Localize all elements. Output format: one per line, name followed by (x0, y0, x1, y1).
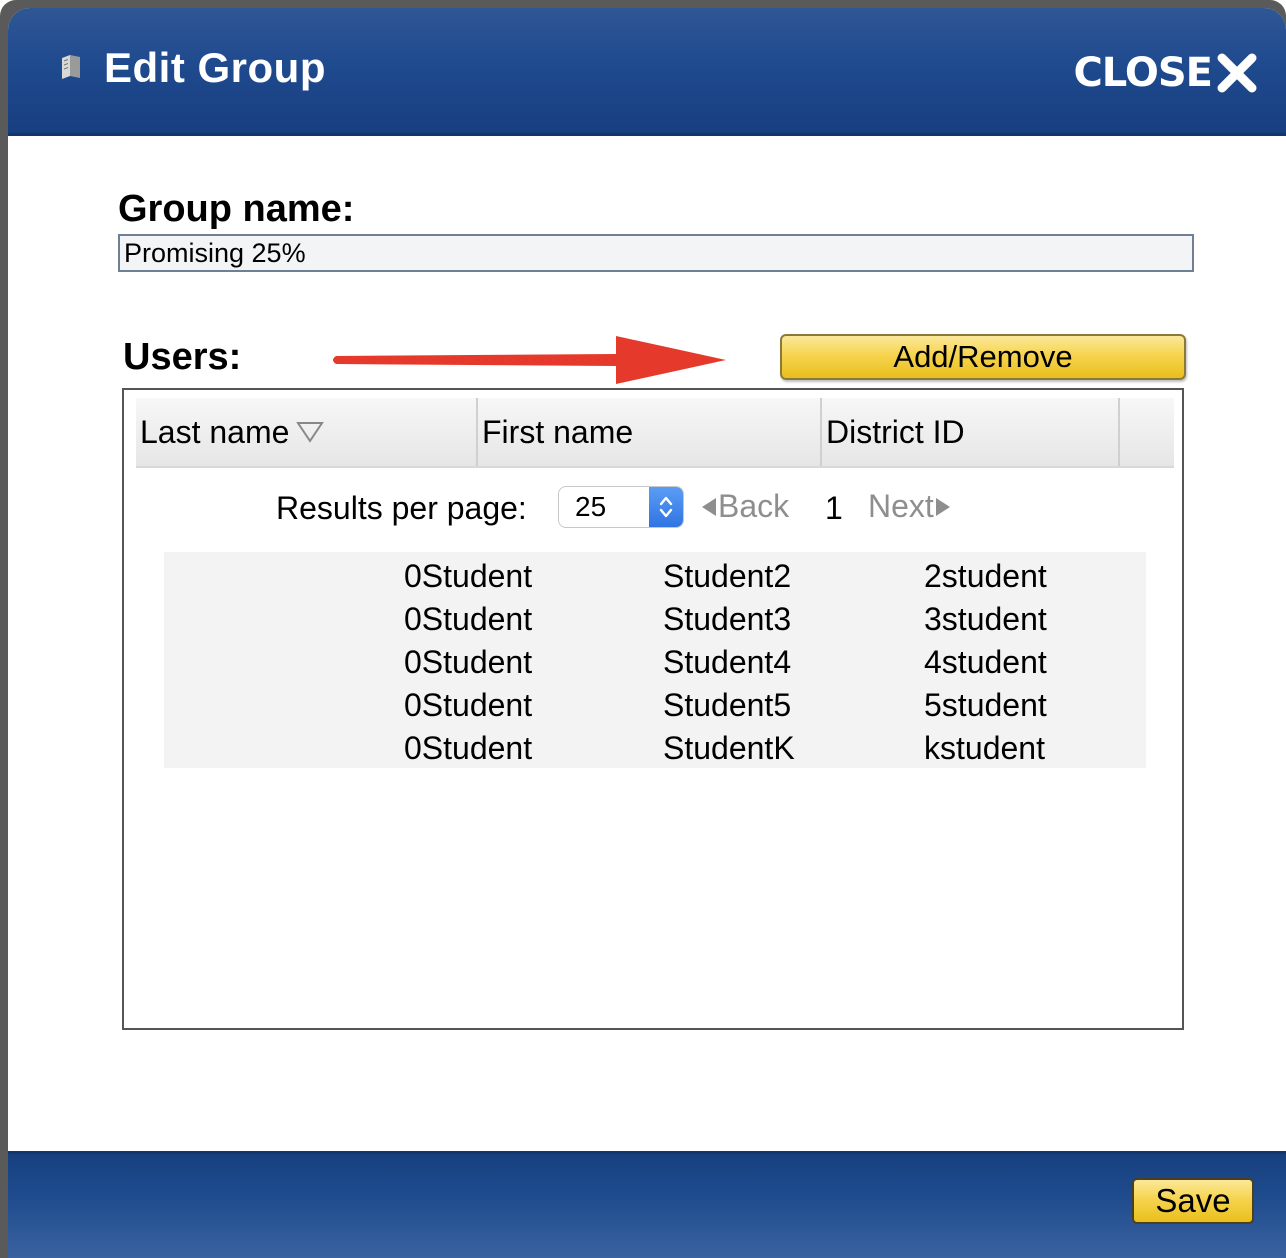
cell-last-name: 0Student (404, 558, 533, 594)
group-name-label: Group name: (118, 188, 355, 230)
close-label: CLOSE (1073, 50, 1213, 96)
next-triangle-icon (935, 497, 950, 516)
users-list: 0Student Student2 2student 0Student Stud… (164, 552, 1146, 768)
cell-first-name: Student3 (663, 601, 792, 637)
column-label-district-id: District ID (826, 413, 965, 450)
table-row[interactable]: 0Student Student2 2student (164, 558, 1146, 601)
results-per-page-value: 25 (575, 491, 607, 522)
column-header-first-name[interactable]: First name (478, 398, 822, 466)
updown-chevron-icon (649, 487, 683, 527)
cell-first-name: Student2 (663, 558, 792, 594)
cell-district-id: kstudent (924, 730, 1045, 766)
pager-next-link[interactable]: Next (868, 488, 952, 525)
dialog-header: Edit Group CLOSE (8, 8, 1286, 136)
users-grid-header: Last name First name District ID (136, 398, 1174, 468)
sort-down-triangle-icon (296, 422, 325, 443)
add-remove-button[interactable]: Add/Remove (780, 334, 1186, 380)
cell-district-id: 5student (924, 687, 1047, 723)
cell-district-id: 4student (924, 644, 1047, 680)
results-per-page-select[interactable]: 25 (558, 486, 684, 528)
group-name-input[interactable] (118, 234, 1194, 272)
table-row[interactable]: 0Student Student4 4student (164, 644, 1146, 687)
pager-back-label: Back (718, 488, 790, 524)
dialog-title: Edit Group (104, 44, 326, 91)
results-per-page-label: Results per page: (276, 490, 527, 526)
table-row[interactable]: 0Student StudentK kstudent (164, 730, 1146, 773)
back-triangle-icon (702, 497, 716, 516)
cell-first-name: Student5 (663, 687, 792, 723)
edit-group-dialog: Edit Group CLOSE Group name: Users: Add/… (8, 8, 1286, 1258)
column-label-last-name: Last name (140, 413, 290, 450)
column-header-district-id[interactable]: District ID (822, 398, 1120, 466)
table-row[interactable]: 0Student Student5 5student (164, 687, 1146, 730)
cell-last-name: 0Student (404, 687, 533, 723)
pager-next-label: Next (868, 488, 934, 524)
cell-district-id: 2student (924, 558, 1047, 594)
pager-current-page: 1 (825, 490, 843, 526)
table-row[interactable]: 0Student Student3 3student (164, 601, 1146, 644)
close-button[interactable]: CLOSE (1073, 48, 1258, 98)
cell-first-name: Student4 (663, 644, 792, 680)
cell-last-name: 0Student (404, 644, 533, 680)
close-x-icon (1217, 53, 1257, 93)
save-button[interactable]: Save (1132, 1178, 1254, 1224)
cell-last-name: 0Student (404, 730, 533, 766)
pagination-bar: Results per page: 25 Back 1 Next (124, 484, 1182, 530)
column-header-spacer (1120, 398, 1174, 466)
cell-district-id: 3student (924, 601, 1047, 637)
pager-back-link[interactable]: Back (700, 488, 789, 525)
users-label: Users: (123, 336, 242, 378)
column-label-first-name: First name (482, 413, 634, 450)
users-panel: Last name First name District ID Results… (122, 388, 1184, 1030)
book-icon (62, 55, 80, 79)
cell-last-name: 0Student (404, 601, 533, 637)
annotation-arrow-icon (333, 336, 726, 384)
column-header-last-name[interactable]: Last name (136, 398, 478, 466)
cell-first-name: StudentK (663, 730, 795, 766)
dialog-footer: Save (8, 1151, 1286, 1258)
